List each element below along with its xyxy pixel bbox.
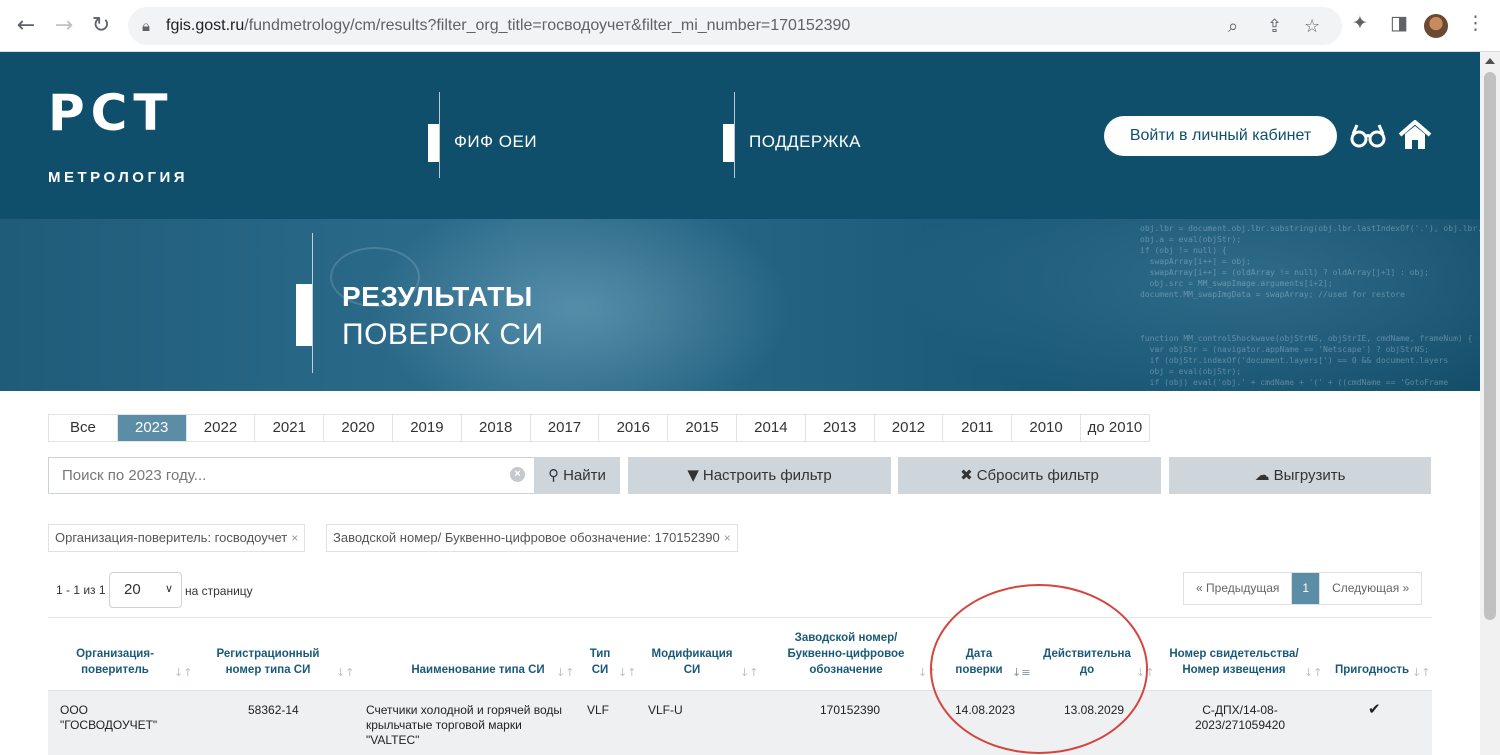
nav-label: ПОДДЕРЖКА (749, 132, 862, 151)
year-tab[interactable]: до 2010 (1081, 415, 1149, 441)
year-tab[interactable]: 2023 (117, 415, 187, 441)
scroll-thumb[interactable] (1484, 72, 1496, 620)
remove-filter-icon[interactable]: × (724, 531, 731, 545)
page-title-line2: ПОВЕРОК СИ (342, 318, 544, 351)
home-icon[interactable] (1398, 120, 1432, 150)
col-certificate[interactable]: Номер свидетельства/Номер извещения (1166, 646, 1302, 678)
year-tab[interactable]: 2012 (875, 415, 944, 441)
page-scrollbar[interactable] (1480, 52, 1500, 755)
clear-search-icon[interactable]: × (510, 467, 525, 482)
year-tab[interactable]: 2013 (806, 415, 875, 441)
accessibility-glasses-icon[interactable] (1350, 122, 1386, 150)
export-button[interactable]: ☁ Выгрузить (1169, 457, 1431, 494)
year-tab[interactable]: 2019 (393, 415, 462, 441)
sort-icon[interactable]: ↓↑ (174, 666, 192, 679)
check-icon: ✔ (1368, 700, 1381, 718)
result-count: 1 - 1 из 1 (56, 583, 106, 597)
back-icon[interactable]: ← (12, 12, 40, 40)
filter-chip-serial[interactable]: Заводской номер/ Буквенно-цифровое обозн… (326, 524, 738, 552)
logo[interactable]: РСТ (48, 88, 173, 138)
year-tab[interactable]: 2017 (531, 415, 600, 441)
menu-kebab-icon[interactable]: ⋮ (1466, 12, 1485, 34)
year-tab[interactable]: 2022 (187, 415, 256, 441)
col-type[interactable]: Тип СИ (584, 646, 616, 678)
bookmark-star-icon[interactable]: ☆ (1304, 16, 1320, 37)
lock-icon: 🔒︎ (142, 17, 150, 35)
year-tabs: Все 2023 2022 2021 2020 2019 2018 2017 2016 2015 2… (48, 414, 1150, 442)
nav-support[interactable]: ПОДДЕРЖКА (723, 92, 861, 178)
cell-org: ООО "ГОСВОДОУЧЕТ" (60, 703, 158, 732)
configure-filter-button[interactable]: ▼ Настроить фильтр (628, 457, 891, 494)
cell-type-name: Счетчики холодной и горячей воды крыльчат… (366, 703, 563, 747)
year-tab[interactable]: 2011 (943, 415, 1013, 441)
filter-chip-org[interactable]: Организация-поверитель: госводоучет × (48, 524, 306, 552)
year-tab[interactable]: 2021 (255, 415, 325, 441)
site-header: РСТ МЕТРОЛОГИЯ ФИФ ОЕИ ПОДДЕРЖКА Войти в… (0, 52, 1480, 219)
remove-filter-icon[interactable]: × (291, 531, 298, 545)
year-tab[interactable]: 2015 (668, 415, 737, 441)
per-page-select[interactable]: 20 ∨ (109, 572, 182, 608)
logo-subtitle: МЕТРОЛОГИЯ (48, 169, 189, 186)
share-icon[interactable]: ⇪ (1267, 16, 1282, 37)
year-tab[interactable]: 2018 (462, 415, 531, 441)
sort-icon[interactable]: ↓↑ (556, 666, 574, 679)
find-button[interactable]: ⚲ Найти (534, 457, 620, 494)
pagination: « Предыдущая 1 Следующая » (1183, 572, 1423, 605)
cell-type: VLF (587, 703, 610, 717)
nav-label: ФИФ ОЕИ (454, 132, 538, 151)
zoom-icon[interactable]: ⌕ (1228, 16, 1238, 37)
banner-divider (312, 233, 313, 373)
side-panel-icon[interactable]: ◨ (1390, 12, 1408, 34)
page-banner: obj.lbr = document.obj.lbr.substring(obj… (0, 219, 1480, 391)
col-type-name[interactable]: Наименование типа СИ (378, 662, 578, 678)
search-input[interactable]: Поиск по 2023 году... (48, 457, 534, 494)
search-icon: ⚲ (548, 466, 560, 484)
login-button[interactable]: Войти в личный кабинет (1104, 116, 1337, 156)
banner-accent-bar (296, 284, 312, 346)
forward-icon[interactable]: → (50, 12, 78, 40)
chevron-down-icon: ∨ (164, 582, 173, 595)
sort-icon[interactable]: ↓↑ (740, 666, 758, 679)
year-tab[interactable]: 2020 (324, 415, 393, 441)
cloud-download-icon: ☁ (1254, 466, 1270, 484)
col-reg-number[interactable]: Регистрационный номер типа СИ (208, 646, 328, 678)
highlight-ellipse (930, 584, 1148, 754)
reload-icon[interactable]: ↻ (87, 12, 115, 40)
extensions-icon[interactable]: ✦ (1352, 12, 1368, 34)
year-tab[interactable]: 2016 (599, 415, 669, 441)
col-serial[interactable]: Заводской номер/Буквенно-цифровое обознач… (784, 630, 908, 678)
address-bar[interactable]: 🔒︎ fgis.gost.ru/fundmetrology/cm/results… (128, 7, 1342, 45)
url-text: fgis.gost.ru/fundmetrology/cm/results?fi… (166, 17, 851, 34)
cell-certificate[interactable]: С-ДПХ/14-08- 2023/271059420 (1188, 703, 1292, 733)
page-number-button[interactable]: 1 (1292, 573, 1321, 604)
sort-icon[interactable]: ↓↑ (336, 666, 354, 679)
sort-icon[interactable]: ↓↑ (1304, 666, 1322, 679)
reset-filter-button[interactable]: ✖ Сбросить фильтр (898, 457, 1161, 494)
table-row[interactable]: ООО "ГОСВОДОУЧЕТ" 58362-14 Счетчики холод… (48, 690, 1432, 755)
prev-page-button[interactable]: « Предыдущая (1184, 573, 1293, 604)
cell-modification: VLF-U (648, 703, 683, 717)
year-tab[interactable]: 2014 (737, 415, 806, 441)
next-page-button[interactable]: Следующая » (1320, 573, 1421, 604)
scroll-up-icon[interactable] (1485, 58, 1495, 64)
results-table-header: Организация-поверитель ↓↑ Регистрационны… (48, 617, 1432, 690)
year-tab[interactable]: Все (49, 415, 118, 441)
per-page-label: на страницу (185, 584, 253, 598)
page-title-line1: РЕЗУЛЬТАТЫ (342, 281, 533, 312)
decorative-code: obj.lbr = document.obj.lbr.substring(obj… (1140, 224, 1480, 387)
sort-icon[interactable]: ↓↑ (618, 666, 636, 679)
col-modification[interactable]: Модификация СИ (646, 646, 738, 678)
browser-toolbar: ← → ↻ 🔒︎ fgis.gost.ru/fundmetrology/cm/r… (0, 0, 1500, 52)
cell-reg-number[interactable]: 58362-14 (248, 703, 299, 718)
col-org[interactable]: Организация-поверитель (56, 646, 174, 678)
filter-icon: ▼ (687, 466, 699, 484)
col-fitness[interactable]: Пригодность (1332, 662, 1412, 678)
close-icon: ✖ (960, 466, 973, 484)
sort-icon[interactable]: ↓↑ (1412, 666, 1430, 679)
nav-fif-oei[interactable]: ФИФ ОЕИ (428, 92, 537, 178)
year-tab[interactable]: 2010 (1012, 415, 1081, 441)
profile-avatar[interactable] (1424, 14, 1448, 38)
cell-serial: 170152390 (820, 703, 881, 717)
